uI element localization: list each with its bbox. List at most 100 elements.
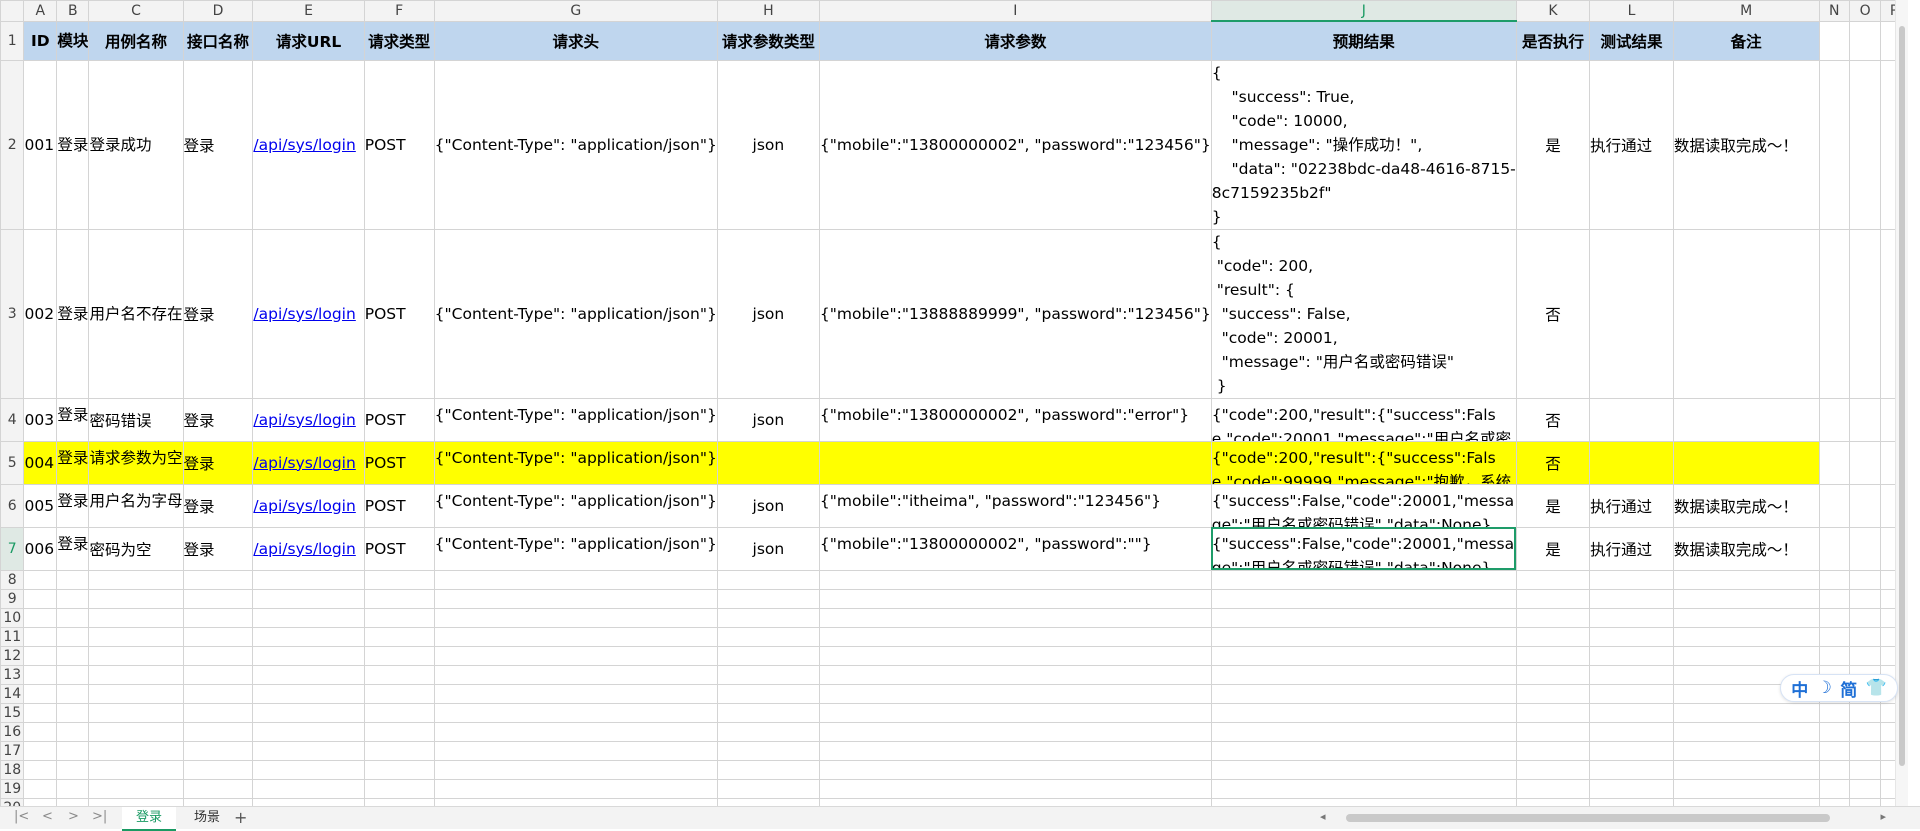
empty-cell[interactable] — [716, 645, 820, 666]
empty-cell[interactable] — [818, 645, 1212, 666]
empty-cell[interactable] — [182, 797, 254, 806]
empty-cell[interactable] — [1672, 740, 1820, 761]
empty-cell[interactable] — [182, 702, 254, 723]
url-link[interactable]: /api/sys/login — [254, 305, 356, 323]
empty-cell[interactable] — [1515, 778, 1591, 799]
row-header[interactable]: 3 — [0, 228, 25, 399]
row-header[interactable]: 11 — [0, 626, 25, 647]
empty-cell[interactable] — [252, 645, 365, 666]
params-cell[interactable]: {"mobile":"13800000002", "password":"err… — [818, 397, 1212, 442]
empty-cell[interactable] — [1589, 569, 1674, 590]
url-cell[interactable]: /api/sys/login — [252, 228, 365, 399]
empty-cell[interactable] — [1589, 797, 1674, 806]
empty-cell[interactable] — [1849, 759, 1882, 780]
api-name-cell[interactable]: 登录 — [182, 526, 254, 571]
module-cell[interactable]: 登录 — [56, 440, 90, 485]
url-cell[interactable]: /api/sys/login — [252, 397, 365, 442]
empty-cell[interactable] — [1849, 778, 1882, 799]
empty-cell[interactable] — [1210, 740, 1517, 761]
row-header[interactable]: 4 — [0, 397, 25, 442]
empty-cell[interactable] — [182, 721, 254, 742]
empty-cell[interactable] — [818, 588, 1212, 609]
empty-cell[interactable] — [182, 664, 254, 685]
empty-cell[interactable] — [88, 569, 184, 590]
method-cell[interactable]: POST — [363, 59, 435, 230]
module-cell[interactable]: 登录 — [56, 228, 90, 399]
empty-cell[interactable] — [818, 664, 1212, 685]
empty-cell[interactable] — [1515, 683, 1591, 704]
empty-cell[interactable] — [1818, 740, 1851, 761]
empty-cell[interactable] — [182, 626, 254, 647]
url-link[interactable]: /api/sys/login — [254, 540, 356, 558]
row-header[interactable]: 17 — [0, 740, 25, 761]
empty-cell[interactable] — [1210, 778, 1517, 799]
empty-cell[interactable] — [1210, 721, 1517, 742]
empty-cell[interactable] — [23, 702, 58, 723]
empty-cell[interactable] — [56, 721, 90, 742]
empty-cell[interactable] — [1515, 588, 1591, 609]
empty-cell[interactable] — [716, 797, 820, 806]
empty-cell[interactable] — [1589, 645, 1674, 666]
empty-cell[interactable] — [56, 607, 90, 628]
moon-icon[interactable]: ☽ — [1817, 678, 1832, 698]
param-type-cell[interactable]: json — [716, 483, 820, 528]
empty-cell[interactable] — [23, 588, 58, 609]
expected-cell[interactable]: {"code":200,"result":{"success":False,"c… — [1210, 397, 1517, 442]
empty-cell[interactable] — [182, 569, 254, 590]
empty-cell[interactable] — [56, 740, 90, 761]
empty-cell[interactable] — [88, 759, 184, 780]
empty-cell[interactable] — [1210, 569, 1517, 590]
add-sheet-icon[interactable]: + — [234, 807, 247, 829]
url-cell[interactable]: /api/sys/login — [252, 59, 365, 230]
execute-cell[interactable]: 是 — [1515, 483, 1591, 528]
empty-cell[interactable] — [1515, 569, 1591, 590]
empty-cell[interactable] — [1849, 702, 1882, 723]
empty-cell[interactable] — [1210, 797, 1517, 806]
empty-cell[interactable] — [182, 645, 254, 666]
empty-cell[interactable] — [182, 588, 254, 609]
empty-cell[interactable] — [1589, 607, 1674, 628]
param-type-cell[interactable] — [716, 440, 820, 485]
empty-cell[interactable] — [1515, 702, 1591, 723]
empty-cell[interactable] — [1589, 778, 1674, 799]
id-cell[interactable]: 006 — [23, 526, 58, 571]
url-cell[interactable]: /api/sys/login — [252, 483, 365, 528]
empty-cell[interactable] — [23, 721, 58, 742]
execute-cell[interactable]: 否 — [1515, 397, 1591, 442]
empty-cell[interactable] — [363, 759, 435, 780]
empty-cell[interactable] — [1589, 626, 1674, 647]
empty-cell[interactable] — [363, 740, 435, 761]
empty-cell[interactable] — [363, 607, 435, 628]
headers-cell[interactable]: {"Content-Type": "application/json"} — [433, 228, 718, 399]
header-cell[interactable]: 请求参数类型 — [716, 20, 820, 61]
empty-cell[interactable] — [716, 664, 820, 685]
empty-cell[interactable] — [818, 759, 1212, 780]
active-cell[interactable]: {"success":False,"code":20001,"message":… — [1210, 526, 1517, 571]
column-header[interactable]: L — [1589, 0, 1674, 22]
result-cell[interactable]: 执行通过 — [1589, 483, 1674, 528]
empty-cell[interactable] — [56, 702, 90, 723]
empty-cell[interactable] — [433, 569, 718, 590]
empty-cell[interactable] — [1849, 740, 1882, 761]
case-name-cell[interactable]: 密码为空 — [88, 526, 184, 571]
row-header[interactable]: 16 — [0, 721, 25, 742]
empty-cell[interactable] — [252, 607, 365, 628]
shirt-icon[interactable]: 👕 — [1866, 678, 1887, 698]
empty-cell[interactable] — [1818, 702, 1851, 723]
empty-cell[interactable] — [1849, 569, 1882, 590]
case-name-cell[interactable]: 用户名不存在 — [88, 228, 184, 399]
empty-cell[interactable] — [1818, 588, 1851, 609]
empty-cell[interactable] — [88, 683, 184, 704]
empty-cell[interactable] — [1818, 607, 1851, 628]
horizontal-scrollbar[interactable]: ◂ ▸ — [1318, 810, 1888, 823]
ime-toolbar[interactable]: 中 ☽ 简 👕 — [1780, 674, 1898, 702]
case-name-cell[interactable]: 密码错误 — [88, 397, 184, 442]
empty-cell[interactable] — [716, 607, 820, 628]
api-name-cell[interactable]: 登录 — [182, 440, 254, 485]
empty-cell[interactable] — [23, 797, 58, 806]
api-name-cell[interactable]: 登录 — [182, 397, 254, 442]
expected-cell[interactable]: { "code": 200, "result": { "success": Fa… — [1210, 228, 1517, 399]
empty-cell[interactable] — [716, 626, 820, 647]
last-sheet-icon[interactable]: >| — [92, 809, 107, 824]
empty-cell[interactable] — [716, 721, 820, 742]
